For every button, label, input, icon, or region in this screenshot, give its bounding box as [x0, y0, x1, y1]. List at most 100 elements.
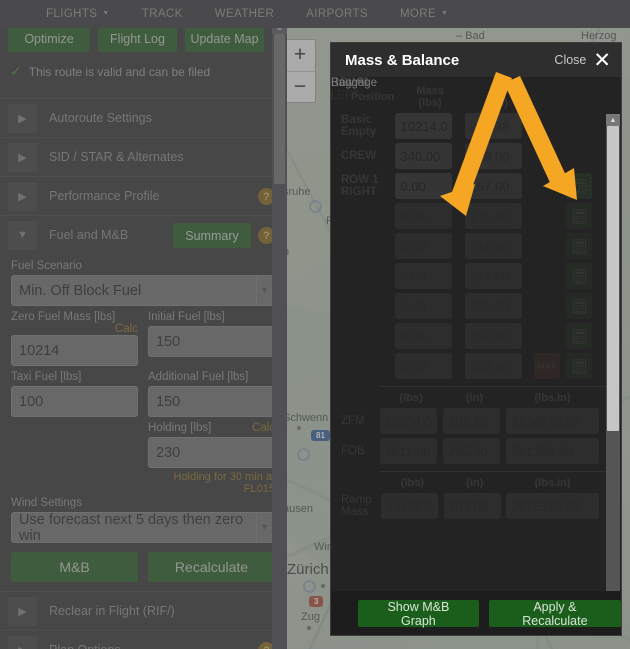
- nav-item-flights[interactable]: FLIGHTS ▼: [30, 8, 126, 20]
- optimize-button[interactable]: Optimize: [8, 26, 90, 52]
- top-navigation-bar: FLIGHTS ▼ TRACK WEATHER AIRPORTS MORE ▼: [0, 0, 630, 28]
- close-label: Close: [554, 53, 587, 67]
- map-ring: [309, 200, 322, 213]
- arm-input[interactable]: 167.00: [464, 173, 522, 199]
- calculator-button[interactable]: [566, 233, 593, 259]
- calculator-button[interactable]: [566, 173, 593, 199]
- summary-button[interactable]: Summary: [173, 223, 251, 248]
- zfm-calc-link[interactable]: Calc: [115, 323, 138, 335]
- arm-input[interactable]: 294.00: [464, 323, 522, 349]
- holding-hint: Holding for 30 min at FL015: [173, 471, 276, 495]
- wind-settings-select[interactable]: Use forecast next 5 days then zero win ▾: [11, 512, 275, 543]
- mass-input[interactable]: 0.00: [395, 263, 453, 289]
- calculator-button[interactable]: [566, 203, 593, 229]
- table-row[interactable]: CREW 340.00 129.00: [331, 141, 599, 171]
- nav-item-more[interactable]: MORE ▼: [384, 8, 464, 20]
- fuel-scenario-select[interactable]: Min. Off Block Fuel ▾: [11, 275, 275, 306]
- holding-label-text: Holding [lbs]: [148, 422, 212, 434]
- zero-fuel-mass-label-text: Zero Fuel Mass [lbs]: [11, 311, 116, 323]
- max-button[interactable]: MAX: [533, 353, 560, 379]
- arm-input[interactable]: 247.00: [464, 263, 522, 289]
- sidebar-item-fuel-and-mb[interactable]: ▼ Fuel and M&B Summary ?: [0, 215, 287, 254]
- show-mb-graph-button[interactable]: Show M&B Graph: [358, 599, 479, 628]
- map-zoom-out-button[interactable]: −: [285, 72, 315, 103]
- map-place-label: Zürich: [287, 561, 329, 578]
- summary-header-row: (lbs) (in) (lbs.in): [331, 390, 599, 406]
- recalculate-button[interactable]: Recalculate: [148, 552, 275, 582]
- check-icon: ✓: [10, 63, 22, 79]
- sidebar-item-autoroute-settings[interactable]: ▶ Autoroute Settings: [0, 98, 287, 137]
- mass-balance-table: Position Mass (lbs) Arm (in) Basic Empty 10214.…: [331, 77, 621, 596]
- map-road-badge: 81: [311, 430, 330, 441]
- scrollbar-thumb[interactable]: [274, 34, 285, 184]
- mass-input[interactable]: 340.00: [395, 143, 453, 169]
- sidebar-item-plan-options[interactable]: ▶ Plan Options ?: [0, 630, 287, 649]
- calculator-button[interactable]: [566, 353, 593, 379]
- sidebar-item-label: Plan Options: [49, 643, 121, 649]
- table-row[interactable]: ROW 2 0.00 216.00: [331, 77, 621, 596]
- holding-input[interactable]: [148, 437, 275, 468]
- unit-header-mass: (lbs): [400, 477, 424, 489]
- update-map-button[interactable]: Update Map: [185, 26, 264, 52]
- table-row[interactable]: ROW 3 0.00 247.00: [331, 77, 621, 596]
- taxi-fuel-label: Taxi Fuel [lbs]: [11, 371, 82, 383]
- route-valid-text: This route is valid and can be filed: [28, 64, 211, 79]
- sidebar-item-sid-star-alternates[interactable]: ▶ SID / STAR & Alternates: [0, 137, 287, 176]
- calculator-icon: [572, 298, 587, 314]
- sidebar-item-performance-profile[interactable]: ▶ Performance Profile ?: [0, 176, 287, 215]
- map-zoom-controls[interactable]: + −: [284, 39, 316, 103]
- mass-input[interactable]: 10214.0: [395, 113, 453, 139]
- table-row[interactable]: Baggage 0.00 359.00 MAX: [331, 77, 621, 596]
- calculator-button[interactable]: [566, 323, 593, 349]
- scrollbar-thumb[interactable]: [607, 126, 619, 431]
- arm-input[interactable]: 216.00: [464, 233, 522, 259]
- arm-input[interactable]: 292.00: [464, 293, 522, 319]
- mass-input[interactable]: 0.00: [395, 323, 453, 349]
- nav-item-airports[interactable]: AIRPORTS: [290, 8, 384, 20]
- initial-fuel-input[interactable]: [148, 326, 275, 357]
- mass-input[interactable]: 0.00: [395, 353, 453, 379]
- arm-input[interactable]: 204.38: [464, 113, 522, 139]
- close-button[interactable]: Close ✕: [554, 50, 611, 71]
- summary-moment: 2876310.52: [506, 493, 599, 519]
- close-icon[interactable]: ✕: [593, 50, 611, 71]
- dialog-scrollbar[interactable]: ▲: [606, 114, 620, 596]
- map-zoom-in-button[interactable]: +: [285, 40, 315, 72]
- sidebar-item-reclear-in-flight[interactable]: ▶ Reclear in Flight (RIF/): [0, 591, 287, 630]
- scroll-up-icon[interactable]: ▲: [606, 114, 620, 126]
- flight-log-button[interactable]: Flight Log: [98, 26, 177, 52]
- map-place-label: sruhe: [283, 186, 311, 198]
- table-row[interactable]: Row 6 0.00 294.00: [331, 77, 621, 596]
- map-place-label: ausen: [283, 503, 313, 515]
- mass-input[interactable]: 0.00: [395, 173, 453, 199]
- mass-input[interactable]: 0.00: [395, 233, 453, 259]
- map-ring: [297, 448, 310, 461]
- unit-header-arm: (in): [466, 477, 484, 489]
- mass-and-balance-dialog: Mass & Balance Close ✕ Position Mass (lbs)…: [330, 42, 622, 636]
- table-row[interactable]: ROW 1 LEFT 0.00 175.00: [331, 77, 621, 596]
- arm-input[interactable]: 129.00: [464, 143, 522, 169]
- map-road-badge: 3: [309, 596, 324, 607]
- additional-fuel-input[interactable]: [148, 386, 275, 417]
- taxi-fuel-input[interactable]: [11, 386, 138, 417]
- zero-fuel-mass-input[interactable]: [11, 335, 138, 366]
- table-row[interactable]: ROW 4 0.00 292.00: [331, 77, 621, 596]
- table-row[interactable]: ROW 1 RIGHT 0.00 167.00: [331, 171, 599, 201]
- calculator-button[interactable]: [566, 293, 593, 319]
- nav-item-track[interactable]: TRACK: [126, 8, 199, 20]
- chevron-down-icon: ▼: [441, 10, 449, 18]
- sidebar-scrollbar[interactable]: ▲: [272, 20, 287, 649]
- apply-recalculate-button[interactable]: Apply & Recalculate: [488, 599, 621, 628]
- chevron-right-icon: ▶: [8, 142, 37, 172]
- arm-input[interactable]: 359.00: [464, 353, 522, 379]
- table-row[interactable]: Basic Empty 10214.0 204.38: [331, 111, 599, 141]
- mb-button[interactable]: M&B: [11, 552, 138, 582]
- mass-input[interactable]: 0.00: [395, 203, 453, 229]
- arm-input[interactable]: 175.00: [464, 203, 522, 229]
- column-header-position: Position: [351, 91, 395, 103]
- calculator-icon: [572, 268, 587, 284]
- calculator-button[interactable]: [566, 263, 593, 289]
- map-place-label: – Bad: [456, 30, 485, 42]
- mass-input[interactable]: 0.00: [395, 293, 453, 319]
- nav-item-weather[interactable]: WEATHER: [199, 8, 290, 20]
